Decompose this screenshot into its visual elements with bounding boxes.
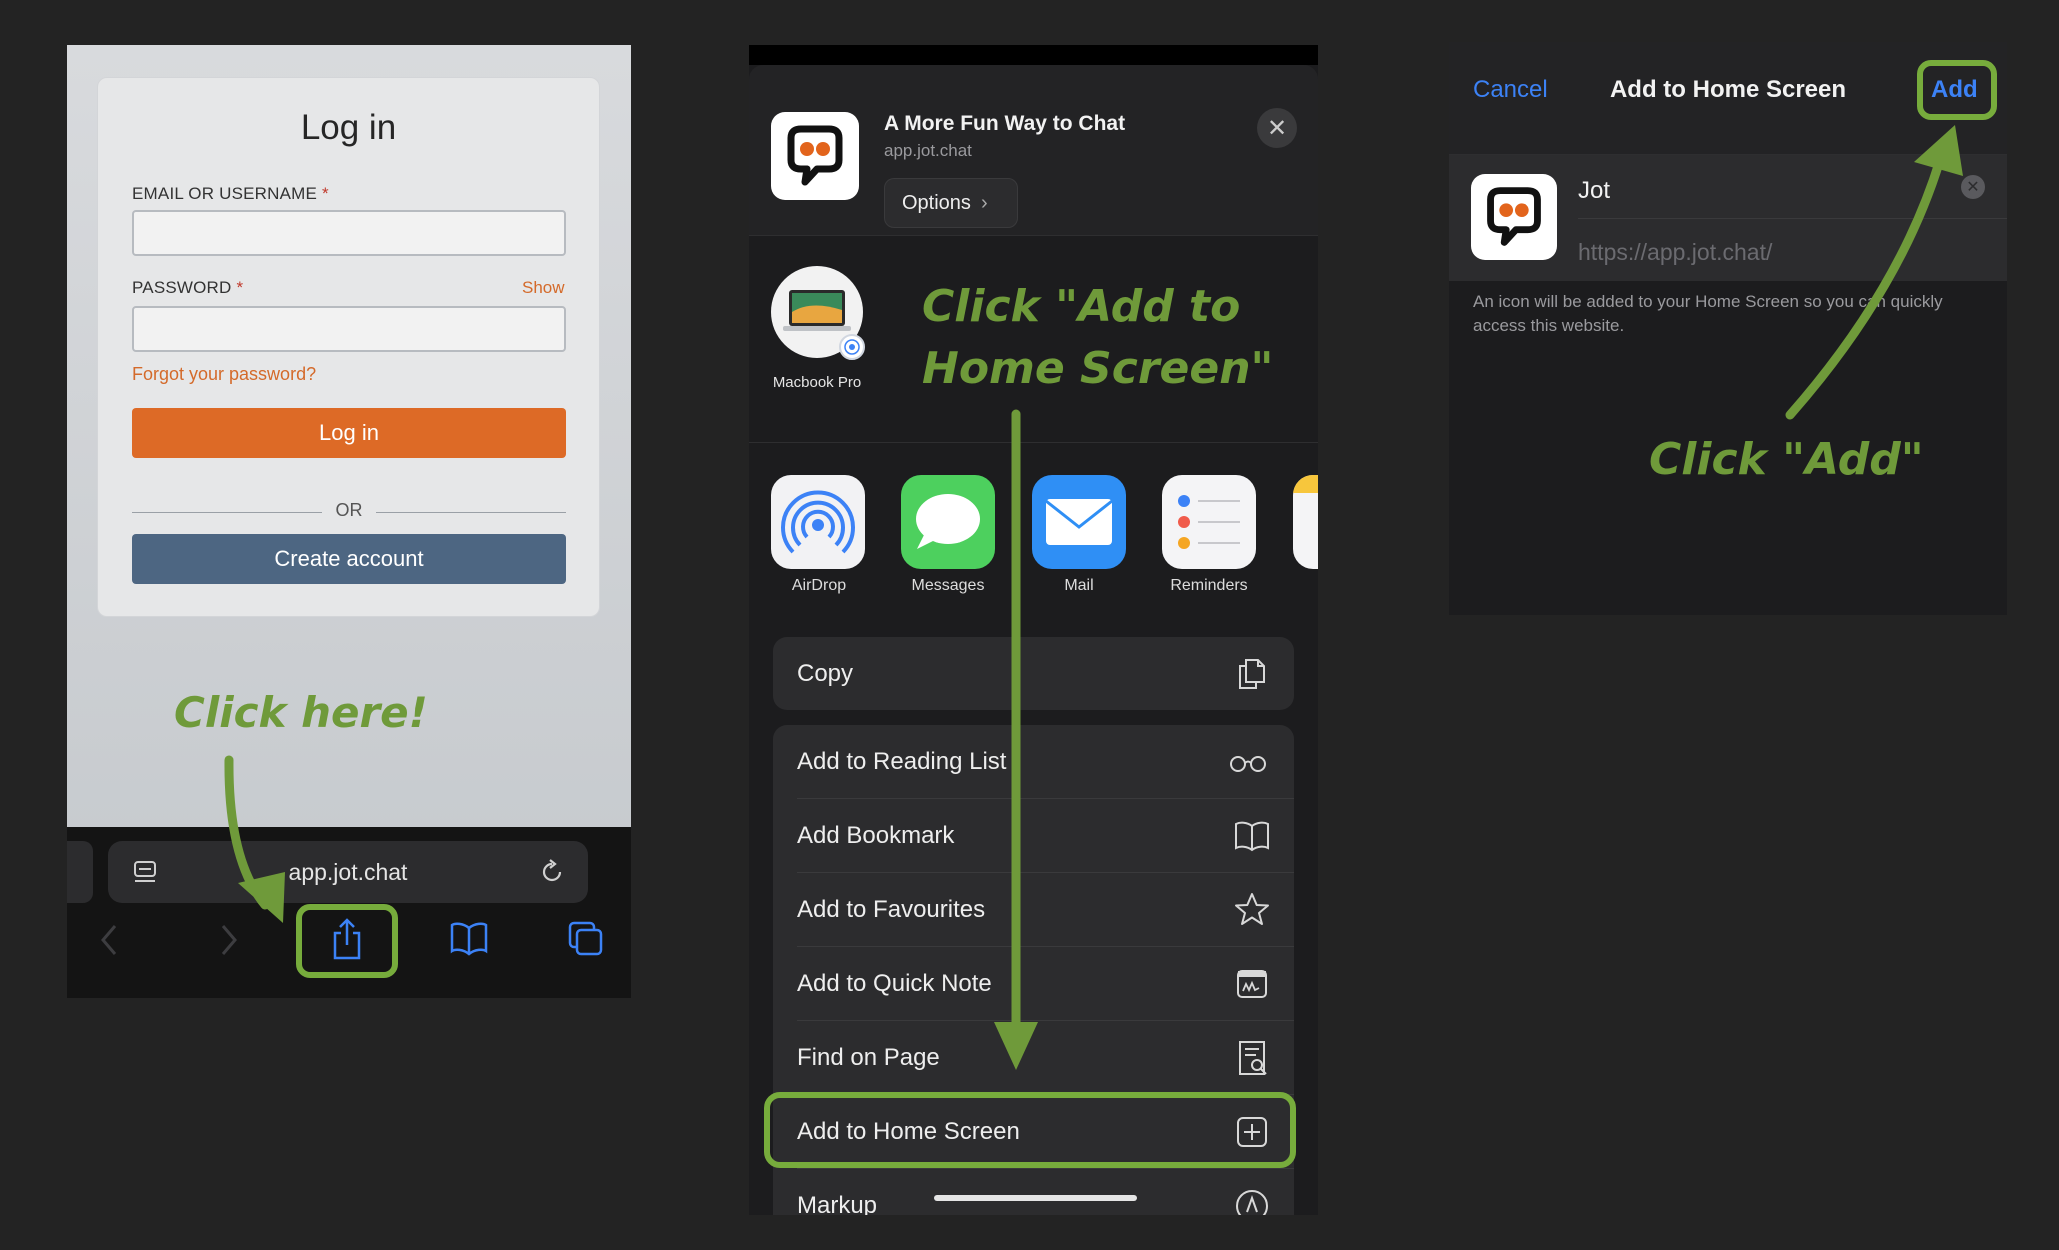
description-text: An icon will be added to your Home Scree… [1473,292,1943,335]
airdrop-badge-icon [839,334,865,360]
bookmark-form: Jot ✕ https://app.jot.chat/ [1449,155,2007,281]
share-app-notes[interactable] [1293,475,1318,569]
home-indicator [934,1195,1137,1201]
back-icon[interactable] [97,922,121,958]
find-icon [1239,1040,1267,1075]
forgot-password-link[interactable]: Forgot your password? [132,364,316,385]
add-to-home-panel: Cancel Add to Home Screen Add Jot ✕ http… [1449,42,2007,615]
share-app-mail[interactable] [1032,475,1126,569]
annotation-click-here: Click here! [174,688,428,737]
notes-icon [1293,475,1318,493]
share-sheet-header: A More Fun Way to Chat app.jot.chat Opti… [749,65,1318,235]
action-markup[interactable]: Markup [773,1169,1294,1215]
copy-icon [1239,658,1265,689]
background-strip [749,45,1318,65]
share-sheet-panel: A More Fun Way to Chat app.jot.chat Opti… [749,45,1318,1215]
reload-icon[interactable] [538,858,566,886]
password-field[interactable] [132,306,566,352]
navigation-bar: Cancel Add to Home Screen Add [1449,42,2007,155]
airdrop-suggestions-row: Macbook Pro Click "Add to Home Screen" [749,235,1318,443]
divider-left [132,512,322,513]
close-icon[interactable]: ✕ [1257,108,1297,148]
airdrop-icon [781,490,855,554]
address-text: app.jot.chat [288,859,408,885]
share-app-label: Messages [911,577,985,594]
action-add-to-reading-list[interactable]: Add to Reading List [773,725,1294,798]
copy-group: Copy [773,637,1294,710]
mail-icon [1045,499,1113,545]
add-button-highlight [1917,60,1997,120]
login-title: Log in [300,108,397,147]
options-button[interactable]: Options › [884,178,1018,228]
create-account-button[interactable]: Create account [132,534,566,584]
or-label: OR [335,500,363,520]
jot-logo-icon [787,125,843,186]
jot-app-icon [771,112,859,200]
markup-icon [1236,1189,1268,1215]
show-password-link[interactable]: Show [522,278,565,298]
forward-icon[interactable] [217,922,241,958]
shared-page-title: A More Fun Way to Chat [884,112,1126,135]
action-add-to-favourites[interactable]: Add to Favourites [773,873,1294,946]
clear-icon[interactable]: ✕ [1961,175,1985,199]
field-separator [1578,218,2007,219]
share-app-airdrop[interactable] [771,475,865,569]
share-app-label: Reminders [1170,577,1248,594]
tabs-icon[interactable] [567,920,605,958]
annotation-click-add: Click "Add" [1649,434,1924,485]
share-app-reminders[interactable] [1162,475,1256,569]
share-app-label: Mail [1064,577,1094,594]
annotation-add-to-home: Click "Add to Home Screen" [922,281,1274,394]
previous-tab-stub[interactable] [67,841,93,903]
login-button[interactable]: Log in [132,408,566,458]
url-field: https://app.jot.chat/ [1578,239,1773,265]
copy-row[interactable]: Copy [773,637,1294,710]
shared-page-domain: app.jot.chat [884,141,972,160]
reminders-icon [1178,495,1240,549]
add-to-home-screen-highlight [764,1092,1296,1168]
action-find-on-page[interactable]: Find on Page [773,1021,1294,1094]
email-label: EMAIL OR USERNAME * [132,184,329,203]
star-icon [1235,892,1269,925]
airdrop-device-macbook[interactable] [771,266,865,360]
address-bar[interactable]: app.jot.chat [108,841,588,903]
divider-right [376,512,566,513]
email-field[interactable] [132,210,566,256]
airdrop-device-label: Macbook Pro [772,374,862,391]
action-add-to-quick-note[interactable]: Add to Quick Note [773,947,1294,1020]
bookmarks-icon[interactable] [449,920,489,956]
jot-logo-icon [1487,187,1541,246]
login-card: Log in EMAIL OR USERNAME * PASSWORD * Sh… [97,77,600,617]
action-add-bookmark[interactable]: Add Bookmark [773,799,1294,872]
share-app-label: AirDrop [791,577,847,594]
quick-note-icon [1237,969,1267,998]
messages-icon [916,494,980,549]
glasses-icon [1230,755,1266,772]
reader-icon[interactable] [132,859,158,885]
password-label: PASSWORD * [132,278,244,297]
book-icon [1235,821,1269,851]
chevron-right-icon: › [980,191,988,214]
safari-login-panel: Log in EMAIL OR USERNAME * PASSWORD * Sh… [67,45,631,998]
name-field[interactable]: Jot [1578,177,1610,205]
share-button-highlight [296,904,398,978]
jot-app-icon [1471,174,1557,260]
share-app-messages[interactable] [901,475,995,569]
